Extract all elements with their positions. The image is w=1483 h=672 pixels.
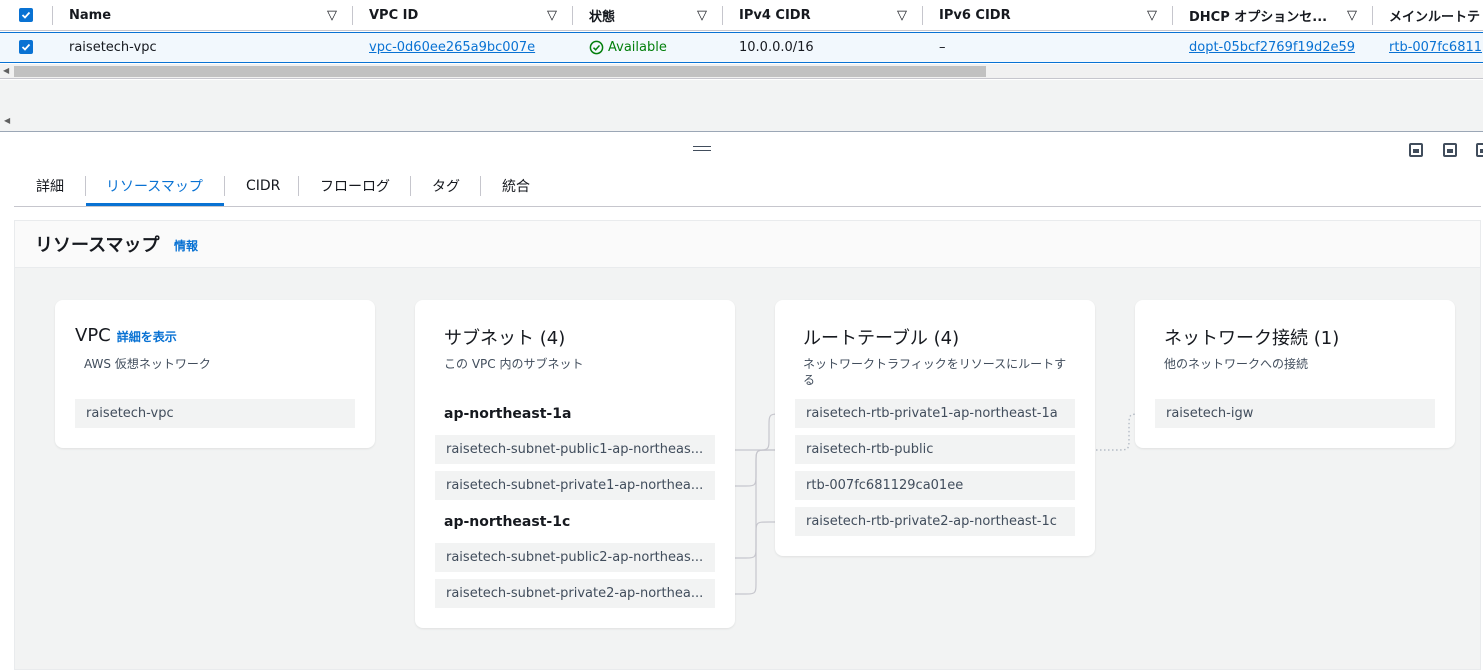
tab-flow-logs[interactable]: フローログ [320, 165, 390, 207]
active-tab-indicator [86, 203, 224, 206]
scrollbar-thumb[interactable] [14, 66, 986, 77]
subnet-item[interactable]: raisetech-subnet-private2-ap-northea... [435, 579, 715, 608]
vpc-card: VPC 詳細を表示 AWS 仮想ネットワーク raisetech-vpc [55, 300, 375, 448]
connection-item[interactable]: raisetech-igw [1155, 399, 1435, 428]
route-table-item[interactable]: raisetech-rtb-private2-ap-northeast-1c [795, 507, 1075, 536]
tab-integrations[interactable]: 統合 [502, 165, 530, 207]
vpc-id-link[interactable]: vpc-0d60ee265a9bc007e [369, 33, 535, 62]
column-header-ipv4[interactable]: IPv4 CIDR [739, 0, 811, 31]
split-panel-drag-handle[interactable] [693, 146, 711, 154]
column-header-vpc-id[interactable]: VPC ID [369, 0, 418, 31]
route-table-item[interactable]: raisetech-rtb-private1-ap-northeast-1a [795, 399, 1075, 428]
scroll-left-icon[interactable]: ◀ [4, 116, 10, 125]
sort-caret-icon[interactable]: ▽ [1347, 0, 1357, 31]
sort-caret-icon[interactable]: ▽ [697, 0, 707, 31]
check-icon [21, 43, 31, 51]
tab-cidr[interactable]: CIDR [246, 165, 280, 207]
az-label: ap-northeast-1c [444, 514, 571, 530]
column-header-state[interactable]: 状態 [589, 0, 615, 31]
subnets-card-title: サブネット (4) [444, 328, 566, 349]
sort-caret-icon[interactable]: ▽ [897, 0, 907, 31]
sort-caret-icon[interactable]: ▽ [547, 0, 557, 31]
dhcp-options-link[interactable]: dopt-05bcf2769f19d2e59 [1189, 33, 1355, 62]
scroll-left-icon[interactable]: ◀ [3, 66, 9, 75]
status-text: Available [608, 40, 667, 55]
table-header: Name ▽ VPC ID ▽ 状態 ▽ IPv4 CIDR ▽ IPv6 CI… [0, 0, 1483, 31]
column-header-dhcp[interactable]: DHCP オプションセ... [1189, 0, 1327, 31]
horizontal-scrollbar[interactable]: ◀ [0, 64, 1483, 79]
column-header-name[interactable]: Name [69, 0, 111, 31]
cell-ipv4: 10.0.0.0/16 [739, 40, 814, 55]
column-header-main-route-table[interactable]: メインルートテ [1389, 0, 1480, 31]
vpc-card-subtitle: AWS 仮想ネットワーク [84, 357, 211, 371]
vpc-card-title: VPC 詳細を表示 [75, 325, 177, 346]
sort-caret-icon[interactable]: ▽ [1147, 0, 1157, 31]
subnet-item[interactable]: raisetech-subnet-public2-ap-northeas... [435, 543, 715, 572]
route-tables-card-subtitle: ネットワークトラフィックをリソースにルートする [803, 357, 1067, 387]
column-header-ipv6[interactable]: IPv6 CIDR [939, 0, 1011, 31]
panel-close-icon[interactable] [1476, 143, 1483, 157]
panel-side-icon[interactable] [1443, 143, 1457, 157]
subnet-item[interactable]: raisetech-subnet-public1-ap-northeas... [435, 435, 715, 464]
network-connections-card-title: ネットワーク接続 (1) [1164, 328, 1340, 349]
check-icon [21, 11, 31, 19]
tab-resource-map[interactable]: リソースマップ [106, 165, 203, 207]
detail-tabs: 詳細 リソースマップ CIDR フローログ タグ 統合 [14, 165, 1481, 207]
table-empty-area: ◀ [0, 80, 1483, 132]
az-label: ap-northeast-1a [444, 406, 572, 422]
route-tables-card-title: ルートテーブル (4) [803, 328, 960, 349]
table-row[interactable]: raisetech-vpc vpc-0d60ee265a9bc007e Avai… [0, 32, 1483, 63]
sort-caret-icon[interactable]: ▽ [327, 0, 337, 31]
route-tables-card: ルートテーブル (4) ネットワークトラフィックをリソースにルートする rais… [775, 300, 1095, 556]
subnet-item[interactable]: raisetech-subnet-private1-ap-northea... [435, 471, 715, 500]
tab-tags[interactable]: タグ [432, 165, 460, 207]
route-table-item[interactable]: raisetech-rtb-public [795, 435, 1075, 464]
route-table-item[interactable]: rtb-007fc681129ca01ee [795, 471, 1075, 500]
subnets-card-subtitle: この VPC 内のサブネット [444, 357, 584, 371]
resource-map-container: リソースマップ 情報 VPC 詳細を表示 AWS 仮想ネットワーク raisete… [14, 220, 1481, 670]
network-connections-card-subtitle: 他のネットワークへの接続 [1164, 357, 1309, 371]
tab-details[interactable]: 詳細 [36, 165, 64, 207]
panel-bottom-icon[interactable] [1409, 143, 1423, 157]
cell-ipv6: – [939, 40, 946, 55]
subnets-card: サブネット (4) この VPC 内のサブネット ap-northeast-1a… [415, 300, 735, 628]
row-checkbox[interactable] [19, 40, 33, 54]
select-all-checkbox[interactable] [19, 8, 33, 22]
vpc-item[interactable]: raisetech-vpc [75, 399, 355, 428]
cell-name: raisetech-vpc [69, 40, 157, 55]
main-route-table-link[interactable]: rtb-007fc6811 [1389, 33, 1482, 62]
status-ok-icon [589, 40, 604, 55]
cell-state: Available [589, 33, 667, 62]
network-connections-card: ネットワーク接続 (1) 他のネットワークへの接続 raisetech-igw [1135, 300, 1455, 448]
view-details-link[interactable]: 詳細を表示 [117, 330, 177, 344]
